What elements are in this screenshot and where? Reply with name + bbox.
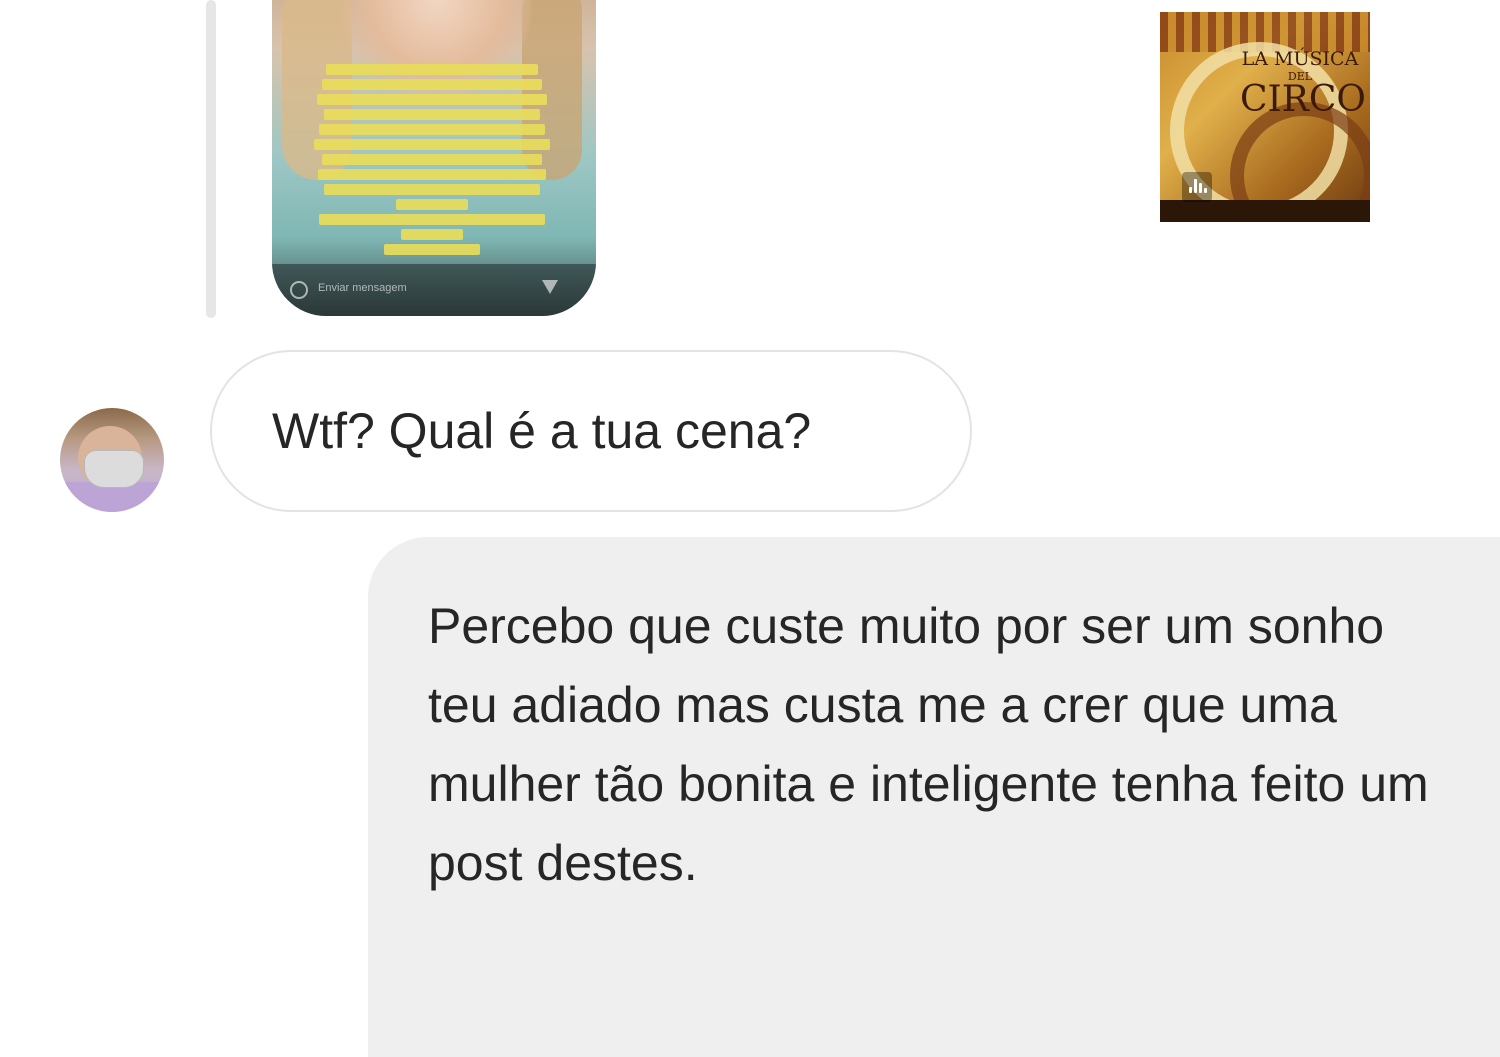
shared-music-album-cover[interactable]: LA MÚSICA DEL CIRCO	[1160, 12, 1370, 222]
album-title: LA MÚSICA DEL CIRCO	[1240, 48, 1366, 120]
album-title-line: LA MÚSICA	[1241, 48, 1359, 70]
avatar-face-mask	[84, 450, 144, 488]
send-icon	[542, 280, 558, 294]
album-band	[1160, 200, 1370, 222]
message-text: Wtf? Qual é a tua cena?	[272, 403, 812, 459]
audio-waveform-icon[interactable]	[1182, 172, 1212, 202]
reply-thread-line	[206, 0, 216, 318]
message-text: Percebo que custe muito por ser um sonho…	[428, 598, 1429, 891]
album-title-line: CIRCO	[1240, 79, 1366, 120]
story-reply-placeholder: Enviar mensagem	[318, 282, 407, 294]
shared-story-preview[interactable]: Enviar mensagem	[272, 0, 596, 316]
sender-avatar[interactable]	[60, 408, 164, 512]
outgoing-message-bubble[interactable]: Percebo que custe muito por ser um sonho…	[368, 537, 1500, 1057]
story-reply-bar[interactable]: Enviar mensagem	[272, 264, 596, 316]
camera-icon	[290, 281, 308, 299]
incoming-message-bubble[interactable]: Wtf? Qual é a tua cena?	[210, 350, 972, 512]
story-text-overlay	[312, 60, 552, 259]
